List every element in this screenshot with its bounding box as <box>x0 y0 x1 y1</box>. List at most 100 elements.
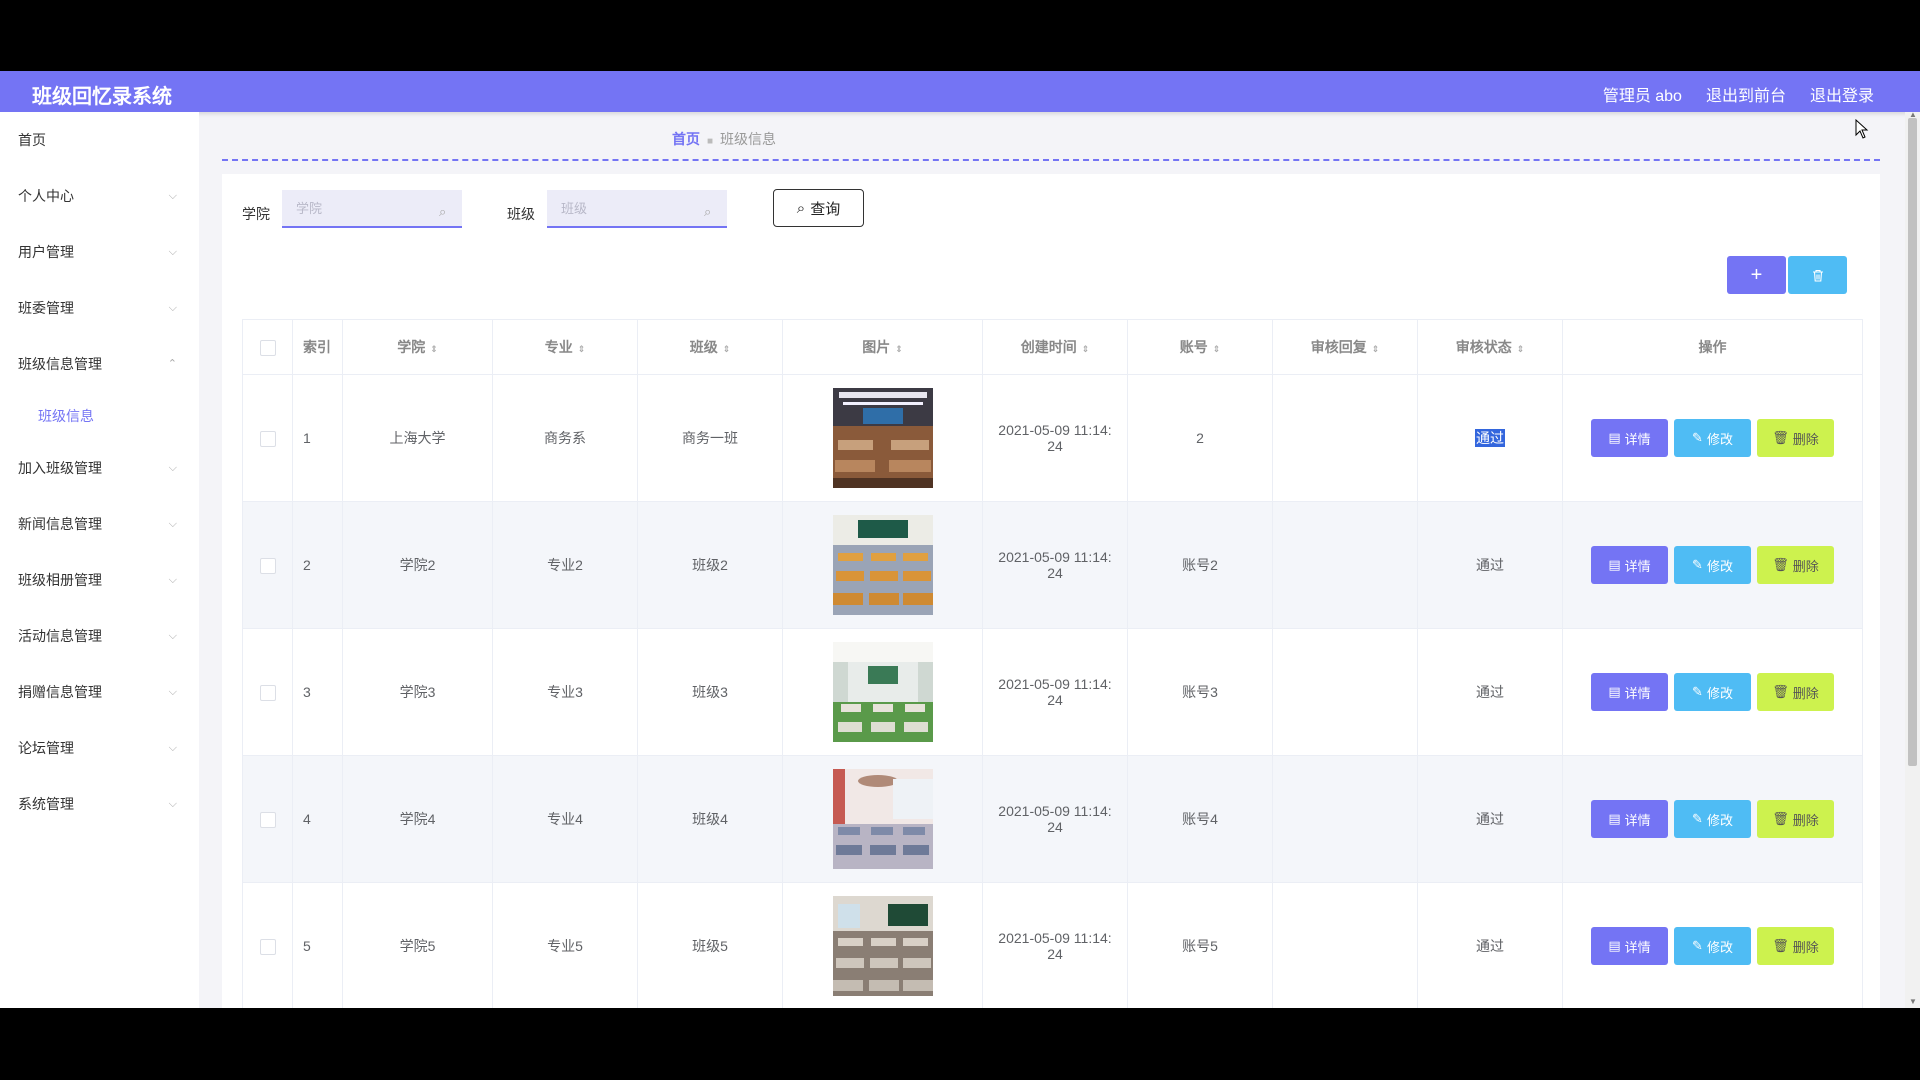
sort-icon[interactable]: ⇕ <box>895 344 903 354</box>
cell-major: 专业4 <box>492 755 638 883</box>
cell-college: 学院2 <box>342 501 493 629</box>
classroom-photo[interactable] <box>832 388 933 488</box>
delete-button[interactable]: 🗑 删除 <box>1757 419 1834 457</box>
sidebar-item-user-management[interactable]: 用户管理 ⌵ <box>0 224 199 280</box>
classroom-photo[interactable] <box>832 769 933 869</box>
app-title: 班级回忆录系统 <box>32 86 172 108</box>
content-panel: 学院 ⌕ 班级 ⌕ ⌕ 查询 + 索引 <box>222 174 1880 1008</box>
page-scrollbar[interactable]: ▲ ▼ <box>1905 110 1920 1008</box>
sidebar-item-join-class[interactable]: 加入班级管理 ⌵ <box>0 440 199 496</box>
add-button[interactable]: + <box>1727 256 1786 294</box>
delete-button[interactable]: 🗑 删除 <box>1757 927 1834 965</box>
row-select-cell <box>242 374 293 502</box>
sort-icon[interactable]: ⇕ <box>1517 344 1525 354</box>
logout-link[interactable]: 退出登录 <box>1810 82 1874 106</box>
delete-button[interactable]: 🗑 删除 <box>1757 800 1834 838</box>
table-row: 2 学院2 专业2 班级2 2021-05-09 11:14: 24 账号2 通过… <box>242 501 1863 629</box>
cell-actions: ▤ 详情 ✎ 修改 🗑 删除 <box>1562 882 1863 1008</box>
status-text: 通过 <box>1476 811 1504 827</box>
chevron-down-icon: ⌵ <box>168 190 177 202</box>
edit-button[interactable]: ✎ 修改 <box>1674 800 1751 838</box>
header-review-status[interactable]: 审核状态 ⇕ <box>1417 319 1563 375</box>
exit-to-frontend-link[interactable]: 退出到前台 <box>1706 82 1786 106</box>
cell-index: 5 <box>292 882 343 1008</box>
row-checkbox[interactable] <box>259 684 276 701</box>
header-college[interactable]: 学院 ⇕ <box>342 319 493 375</box>
sidebar-item-label: 新闻信息管理 <box>18 516 102 532</box>
class-label: 班级 <box>507 206 535 222</box>
cell-created: 2021-05-09 11:14: 24 <box>982 374 1128 502</box>
edit-button[interactable]: ✎ 修改 <box>1674 673 1751 711</box>
admin-user-label[interactable]: 管理员 abo <box>1603 82 1682 106</box>
header-class[interactable]: 班级 ⇕ <box>637 319 783 375</box>
detail-button[interactable]: ▤ 详情 <box>1591 927 1668 965</box>
header-picture[interactable]: 图片 ⇕ <box>782 319 983 375</box>
scroll-down-arrow-icon[interactable]: ▼ <box>1909 997 1917 1006</box>
college-search-input[interactable] <box>282 190 462 228</box>
document-icon: ▤ <box>1608 684 1621 699</box>
scrollbar-thumb[interactable] <box>1908 118 1917 766</box>
sidebar-item-class-committee[interactable]: 班委管理 ⌵ <box>0 280 199 336</box>
app-window: 班级回忆录系统 管理员 abo 退出到前台 退出登录 首页 个人中心 ⌵ 用户管理… <box>0 71 1920 1008</box>
breadcrumb-current: 班级信息 <box>720 131 777 147</box>
sort-icon[interactable]: ⇕ <box>1372 344 1380 354</box>
classroom-photo[interactable] <box>832 896 933 996</box>
sort-icon[interactable]: ⇕ <box>430 344 438 354</box>
query-button[interactable]: ⌕ 查询 <box>773 189 864 227</box>
delete-button[interactable]: 🗑 删除 <box>1757 546 1834 584</box>
sidebar-item-personal-center[interactable]: 个人中心 ⌵ <box>0 168 199 224</box>
delete-button[interactable]: 🗑 删除 <box>1757 673 1834 711</box>
class-info-table: 索引 学院 ⇕ 专业 ⇕ 班级 ⇕ 图片 ⇕ 创建时间 ⇕ 账号 ⇕ 审核回复 ⇕ 审核状态 ⇕… <box>242 319 1863 1008</box>
row-checkbox[interactable] <box>259 430 276 447</box>
sidebar-item-news[interactable]: 新闻信息管理 ⌵ <box>0 496 199 552</box>
detail-button[interactable]: ▤ 详情 <box>1591 546 1668 584</box>
classroom-photo[interactable] <box>832 642 933 742</box>
sort-icon[interactable]: ⇕ <box>1213 344 1221 354</box>
document-icon: ▤ <box>1608 430 1621 445</box>
breadcrumb-home[interactable]: 首页 <box>672 131 700 147</box>
header-major[interactable]: 专业 ⇕ <box>492 319 638 375</box>
row-checkbox[interactable] <box>259 811 276 828</box>
sidebar-item-donation[interactable]: 捐赠信息管理 ⌵ <box>0 664 199 720</box>
sidebar-item-label: 论坛管理 <box>18 740 74 756</box>
chevron-down-icon: ⌵ <box>168 246 177 258</box>
sidebar-item-class-info-management[interactable]: 班级信息管理 ⌃ <box>0 336 199 392</box>
document-icon: ▤ <box>1608 811 1621 826</box>
trash-icon: 🗑 <box>1772 430 1789 445</box>
sidebar-subitem-class-info[interactable]: 班级信息 <box>0 392 199 440</box>
sort-icon[interactable]: ⇕ <box>723 344 731 354</box>
sidebar-item-home[interactable]: 首页 <box>0 112 199 168</box>
row-checkbox[interactable] <box>259 557 276 574</box>
cell-actions: ▤ 详情 ✎ 修改 🗑 删除 <box>1562 755 1863 883</box>
cell-class: 班级5 <box>637 882 783 1008</box>
edit-button[interactable]: ✎ 修改 <box>1674 927 1751 965</box>
edit-button[interactable]: ✎ 修改 <box>1674 546 1751 584</box>
cell-major: 专业2 <box>492 501 638 629</box>
select-all-checkbox[interactable] <box>259 339 276 356</box>
header-created[interactable]: 创建时间 ⇕ <box>982 319 1128 375</box>
sidebar-item-class-album[interactable]: 班级相册管理 ⌵ <box>0 552 199 608</box>
detail-button[interactable]: ▤ 详情 <box>1591 800 1668 838</box>
sidebar-item-forum[interactable]: 论坛管理 ⌵ <box>0 720 199 776</box>
class-search-input[interactable] <box>547 190 727 228</box>
select-all-header[interactable] <box>242 319 293 375</box>
header-review-reply[interactable]: 审核回复 ⇕ <box>1272 319 1418 375</box>
classroom-photo[interactable] <box>832 515 933 615</box>
cell-account: 账号2 <box>1127 501 1273 629</box>
cell-account: 账号5 <box>1127 882 1273 1008</box>
sidebar-item-activity[interactable]: 活动信息管理 ⌵ <box>0 608 199 664</box>
sidebar-item-label: 活动信息管理 <box>18 628 102 644</box>
sidebar-item-system[interactable]: 系统管理 ⌵ <box>0 776 199 832</box>
cell-major: 商务系 <box>492 374 638 502</box>
detail-button[interactable]: ▤ 详情 <box>1591 419 1668 457</box>
sort-icon[interactable]: ⇕ <box>1082 344 1090 354</box>
edit-button[interactable]: ✎ 修改 <box>1674 419 1751 457</box>
detail-button[interactable]: ▤ 详情 <box>1591 673 1668 711</box>
cell-class: 班级2 <box>637 501 783 629</box>
sort-icon[interactable]: ⇕ <box>578 344 586 354</box>
chevron-down-icon: ⌵ <box>168 518 177 530</box>
header-account[interactable]: 账号 ⇕ <box>1127 319 1273 375</box>
batch-delete-button[interactable] <box>1788 256 1847 294</box>
breadcrumb: 首页 ■ 班级信息 <box>672 129 776 149</box>
row-checkbox[interactable] <box>259 938 276 955</box>
